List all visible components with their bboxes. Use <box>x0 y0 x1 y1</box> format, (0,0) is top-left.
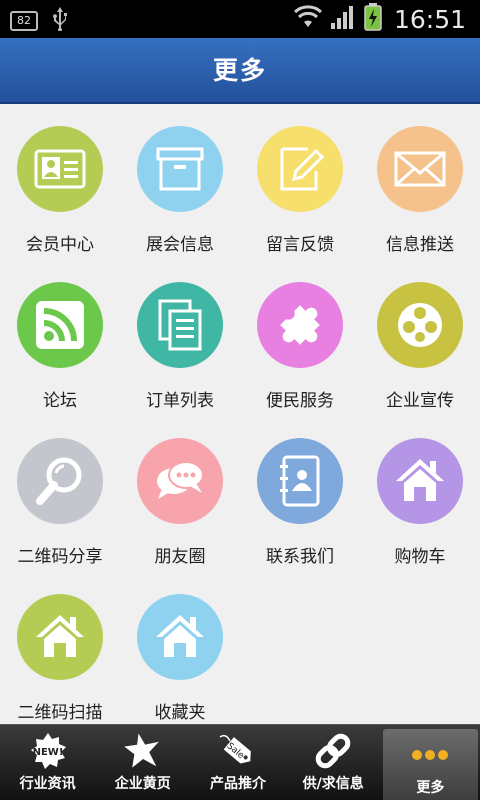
tab-more[interactable]: 更多 <box>382 729 479 800</box>
page-title: 更多 <box>212 56 267 85</box>
tile-label: 订单列表 <box>146 391 214 411</box>
home-icon <box>17 594 103 680</box>
edit-note-icon <box>257 126 343 212</box>
puzzle-icon <box>257 282 343 368</box>
clock: 16:51 <box>393 4 466 34</box>
tile-label: 二维码分享 <box>17 547 103 567</box>
wifi-icon <box>293 5 322 33</box>
sale-tag-icon: Sale <box>216 731 260 771</box>
tile-label: 论坛 <box>43 391 77 411</box>
tile-convenience-service[interactable]: 便民服务 <box>240 260 360 411</box>
signal-icon <box>330 4 356 34</box>
tile-label: 便民服务 <box>266 391 334 411</box>
tab-label: 企业黄页 <box>114 776 171 792</box>
envelope-icon <box>377 126 463 212</box>
usb-icon <box>52 7 68 35</box>
tab-supply-demand[interactable]: 供/求信息 <box>286 725 381 800</box>
new-badge-icon: NEW! <box>26 731 70 771</box>
title-bar: 更多 <box>0 38 480 104</box>
star-icon <box>121 731 165 771</box>
tab-industry-news[interactable]: NEW! 行业资讯 <box>0 725 95 800</box>
tile-label: 联系我们 <box>266 547 334 567</box>
tile-info-push[interactable]: 信息推送 <box>360 104 480 255</box>
feature-grid: 会员中心 展会信息 留言反馈 信息推送 论坛 订单列表 便民服务 企业宣传 二维… <box>0 104 480 724</box>
tab-product-promotion[interactable]: Sale 产品推介 <box>190 725 285 800</box>
tile-qr-scan[interactable]: 二维码扫描 <box>0 572 120 723</box>
bottom-tab-bar: NEW! 行业资讯 企业黄页 Sale 产品推介 供/求信息 更多 <box>0 724 480 800</box>
tile-corporate-promotion[interactable]: 企业宣传 <box>360 260 480 411</box>
magnifier-icon <box>17 438 103 524</box>
battery-charging-icon <box>364 3 382 35</box>
tab-label: 更多 <box>416 780 445 796</box>
tab-company-directory[interactable]: 企业黄页 <box>95 725 190 800</box>
tab-label: 供/求信息 <box>302 776 364 792</box>
chain-link-icon <box>311 731 355 771</box>
tile-qr-share[interactable]: 二维码分享 <box>0 416 120 567</box>
tab-label: 行业资讯 <box>19 776 76 792</box>
address-book-icon <box>257 438 343 524</box>
rss-feed-icon <box>17 282 103 368</box>
document-list-icon <box>137 282 223 368</box>
tile-exhibition-info[interactable]: 展会信息 <box>120 104 240 255</box>
tile-feedback[interactable]: 留言反馈 <box>240 104 360 255</box>
tile-member-center[interactable]: 会员中心 <box>0 104 120 255</box>
tile-label: 会员中心 <box>26 235 94 255</box>
tile-shopping-cart[interactable]: 购物车 <box>360 416 480 567</box>
film-reel-icon <box>377 282 463 368</box>
battery-level-badge: 82 <box>10 11 38 31</box>
tile-label: 收藏夹 <box>154 703 206 723</box>
tile-forum[interactable]: 论坛 <box>0 260 120 411</box>
new-badge-text: NEW! <box>32 747 63 758</box>
tile-label: 二维码扫描 <box>17 703 103 723</box>
tile-label: 购物车 <box>394 547 446 567</box>
tile-label: 信息推送 <box>386 235 454 255</box>
home-icon <box>377 438 463 524</box>
tab-label: 产品推介 <box>210 776 266 792</box>
tile-label: 展会信息 <box>146 235 214 255</box>
status-right: 16:51 <box>293 3 466 35</box>
tile-contact-us[interactable]: 联系我们 <box>240 416 360 567</box>
tile-label: 企业宣传 <box>386 391 454 411</box>
tile-order-list[interactable]: 订单列表 <box>120 260 240 411</box>
tile-label: 朋友圈 <box>154 547 206 567</box>
home-icon <box>137 594 223 680</box>
status-left: 82 <box>10 7 68 35</box>
status-bar: 82 16:51 <box>0 0 480 38</box>
archive-box-icon <box>137 126 223 212</box>
member-card-icon <box>17 126 103 212</box>
tile-moments[interactable]: 朋友圈 <box>120 416 240 567</box>
tile-label: 留言反馈 <box>266 235 334 255</box>
more-dots-icon <box>408 735 452 775</box>
chat-bubbles-icon <box>137 438 223 524</box>
tile-favorites[interactable]: 收藏夹 <box>120 572 240 723</box>
